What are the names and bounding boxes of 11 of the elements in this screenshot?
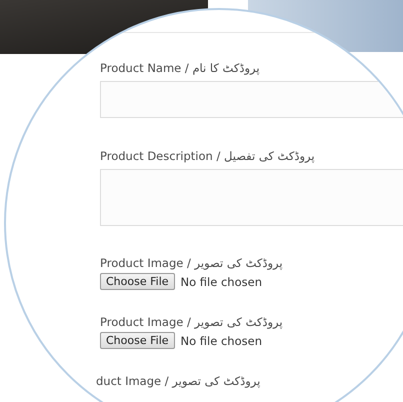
field-label: Product Name / پروڈکٹ کا نام [100,61,261,75]
field-label: Product Description / پروڈکٹ کی تفصیل [100,149,316,163]
file-status: No file chosen [180,274,262,288]
choose-file-button[interactable]: Choose File [100,332,175,349]
input-field[interactable] [100,81,403,118]
textarea-field[interactable] [100,169,403,226]
file-status: No file chosen [180,334,262,348]
field-label: Product Image / پروڈکٹ کی تصویر [100,256,284,270]
choose-file-button[interactable]: Choose File [100,273,175,290]
field-label: duct Image / پروڈکٹ کی تصویر [96,374,262,388]
field-label: Product Image / پروڈکٹ کی تصویر [100,315,284,329]
